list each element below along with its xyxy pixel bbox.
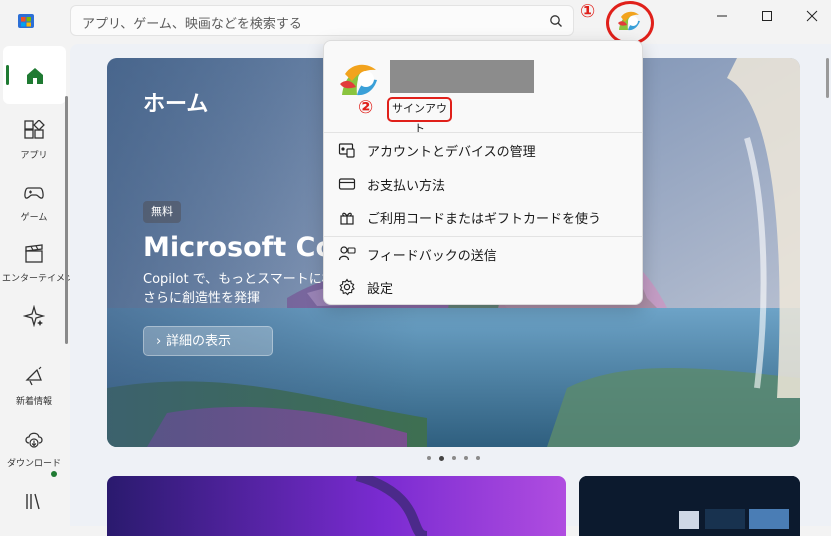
sparkle-icon (22, 304, 46, 328)
search-placeholder: アプリ、ゲーム、映画などを検索する (82, 17, 302, 32)
sidebar-item-library[interactable] (2, 490, 66, 516)
sidebar: アプリ ゲーム エンターテイメント 新着情報 ダウンロード (0, 44, 84, 526)
clapper-icon (25, 244, 43, 263)
home-icon (27, 68, 43, 84)
megaphone-icon (25, 366, 42, 386)
menu-item-manage-account[interactable]: アカウントとデバイスの管理 (336, 134, 632, 166)
feedback-icon (338, 246, 356, 261)
credit-card-icon (338, 178, 356, 190)
main-scrollbar[interactable] (826, 58, 829, 98)
user-avatar (340, 64, 377, 96)
sign-out-link[interactable]: サインアウト (387, 97, 452, 135)
microsoft-store-logo (18, 14, 34, 28)
price-badge: 無料 (143, 201, 181, 223)
details-button-label: 詳細の表示 (166, 334, 232, 349)
sidebar-item-entertainment[interactable]: エンターテイメント (2, 243, 84, 284)
sidebar-item-label: エンターテイメント (2, 274, 84, 284)
sidebar-item-ai[interactable] (2, 304, 66, 331)
sidebar-item-label: ダウンロード (6, 459, 61, 469)
sidebar-item-home[interactable] (3, 46, 66, 104)
menu-item-settings[interactable]: 設定 (336, 271, 632, 303)
page-title: ホーム (143, 92, 209, 117)
selection-indicator (6, 65, 9, 85)
promo-card[interactable] (107, 476, 566, 536)
menu-divider (324, 236, 642, 237)
menu-item-payment[interactable]: お支払い方法 (336, 168, 632, 200)
title-bar: アプリ、ゲーム、映画などを検索する ① (0, 0, 831, 45)
search-box[interactable]: アプリ、ゲーム、映画などを検索する (70, 5, 574, 36)
promo-card-image (107, 476, 566, 536)
menu-item-redeem[interactable]: ご利用コードまたはギフトカードを使う (336, 201, 632, 233)
sidebar-item-whatsnew[interactable]: 新着情報 (2, 366, 66, 407)
pager-dot[interactable] (464, 456, 468, 460)
sidebar-scrollbar[interactable] (65, 96, 68, 344)
settings-icon (339, 278, 355, 296)
search-icon[interactable] (549, 14, 563, 28)
sidebar-item-apps[interactable]: アプリ (2, 119, 66, 161)
menu-item-label: フィードバックの送信 (367, 249, 497, 264)
annotation-highlight-avatar (606, 1, 654, 45)
library-icon (26, 493, 40, 510)
download-status-dot (51, 471, 57, 477)
promo-card[interactable] (579, 476, 800, 536)
account-devices-icon (338, 143, 355, 158)
pager-dot[interactable] (476, 456, 480, 460)
sidebar-item-games[interactable]: ゲーム (2, 182, 66, 223)
details-button[interactable]: › 詳細の表示 (143, 326, 273, 356)
chevron-right-icon: › (156, 334, 162, 349)
gamepad-icon (24, 187, 44, 199)
pager-dot-active[interactable] (439, 456, 444, 461)
promo-card-image (579, 476, 800, 536)
menu-divider (324, 132, 642, 133)
sidebar-item-label: アプリ (20, 151, 48, 161)
menu-item-label: 設定 (367, 282, 394, 297)
account-menu: ② サインアウト アカウントとデバイスの管理 お支払い方法 ご利用コードまたはギ… (323, 40, 643, 305)
redacted-user-name (390, 60, 534, 93)
pager-dot[interactable] (427, 456, 431, 460)
pager-dot[interactable] (452, 456, 456, 460)
annotation-step-2: ② (358, 97, 374, 118)
close-button[interactable] (802, 6, 822, 26)
cloud-download-icon (25, 432, 43, 448)
apps-icon (24, 119, 45, 139)
menu-item-label: アカウントとデバイスの管理 (367, 145, 536, 160)
sidebar-item-label: ゲーム (20, 213, 48, 223)
carousel-pager[interactable] (427, 454, 487, 462)
gift-code-icon (340, 212, 354, 225)
minimize-button[interactable] (712, 6, 732, 26)
sidebar-item-downloads[interactable]: ダウンロード (2, 428, 66, 469)
menu-item-feedback[interactable]: フィードバックの送信 (336, 238, 632, 270)
menu-item-label: ご利用コードまたはギフトカードを使う (367, 212, 602, 227)
maximize-button[interactable] (757, 6, 777, 26)
annotation-step-1: ① (580, 1, 596, 22)
sidebar-item-label: 新着情報 (15, 397, 52, 407)
menu-item-label: お支払い方法 (367, 179, 446, 194)
